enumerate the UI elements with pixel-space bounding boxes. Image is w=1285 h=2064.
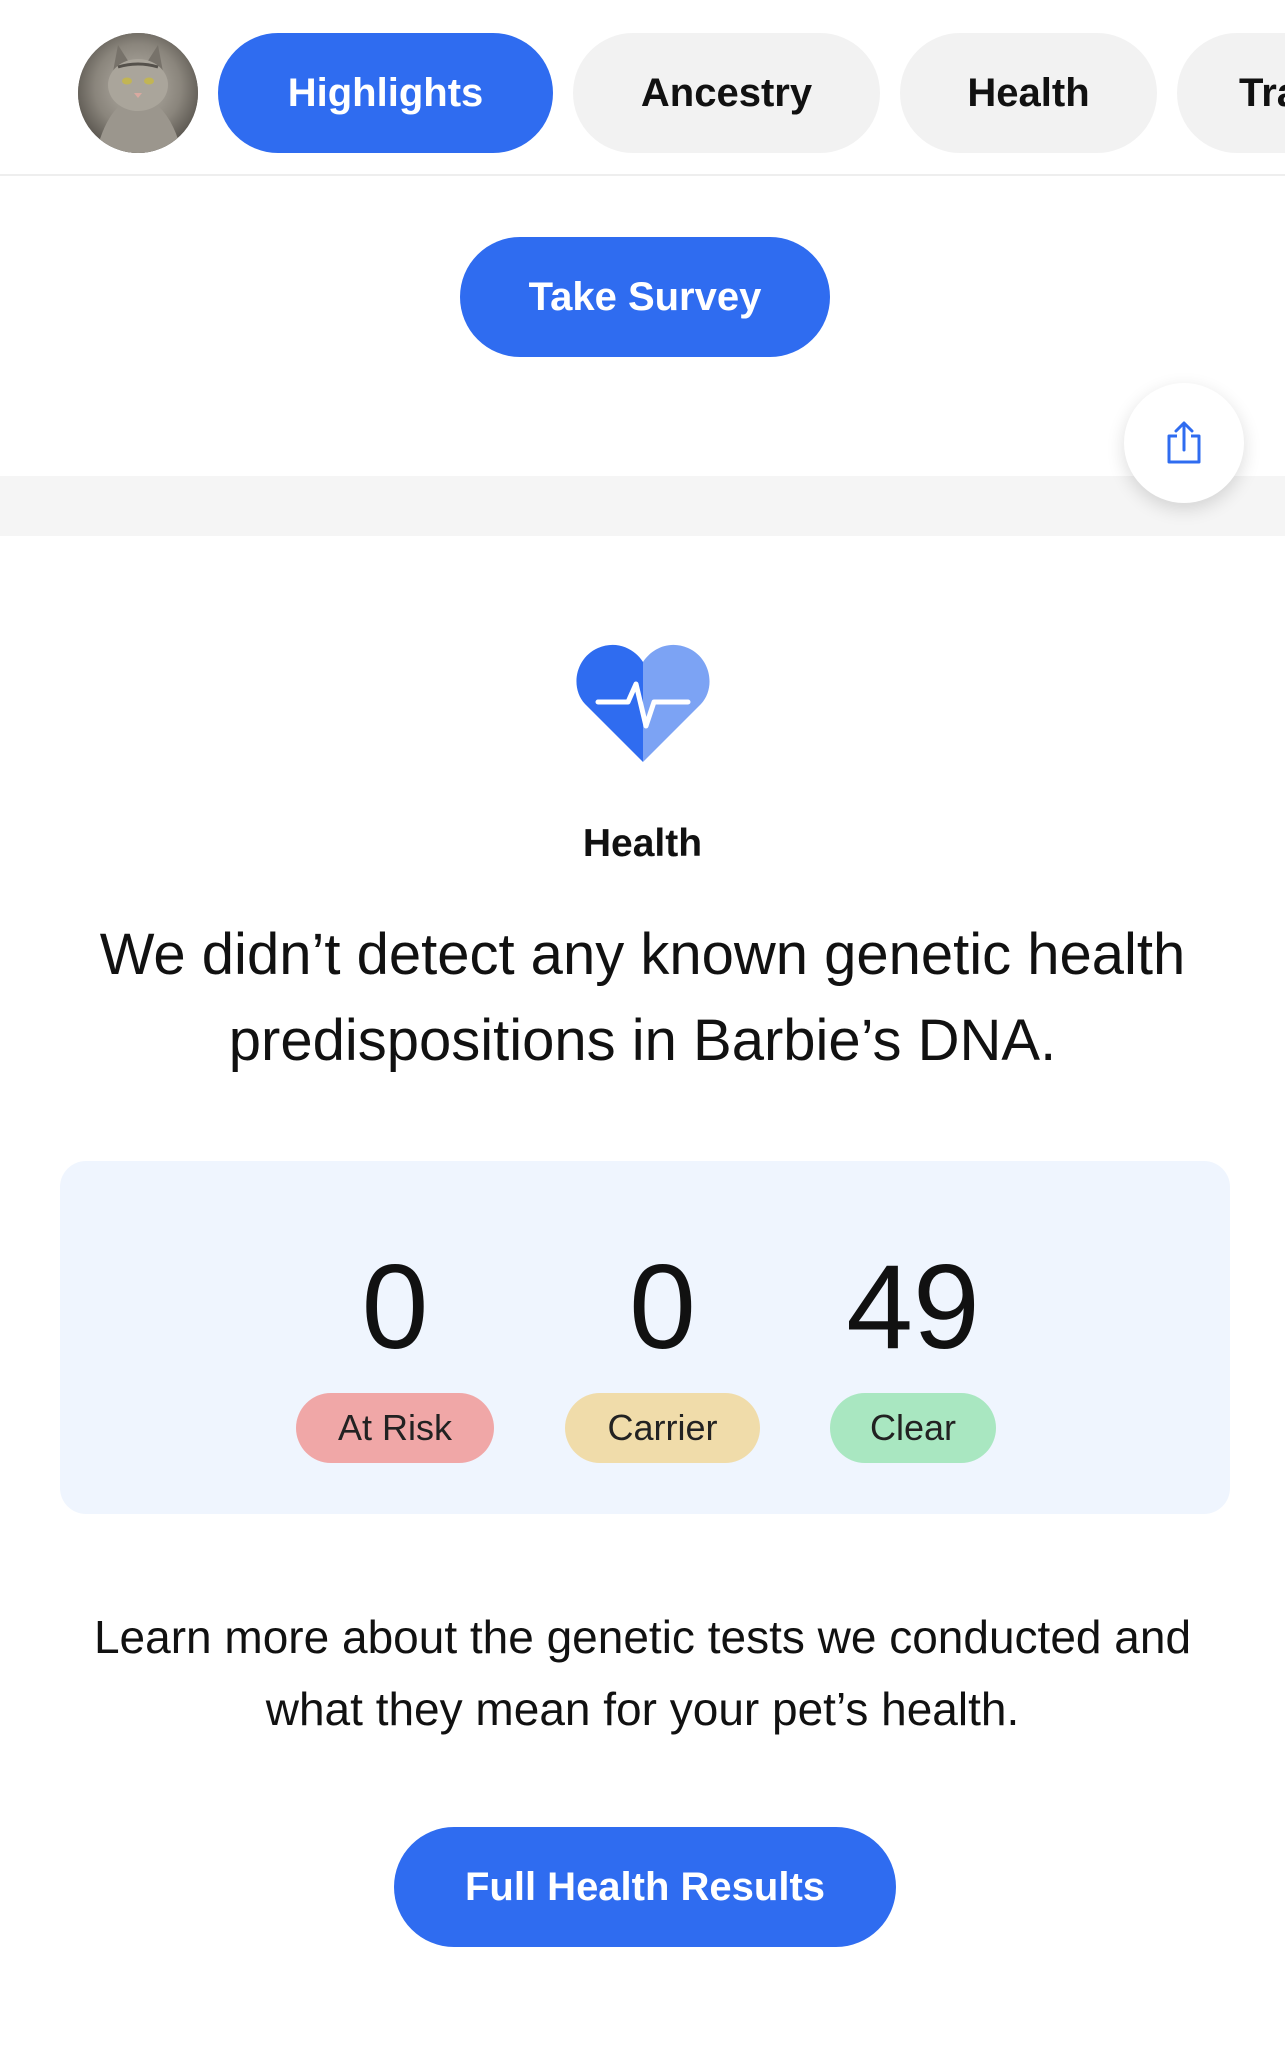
- at-risk-count: 0: [361, 1240, 429, 1374]
- stat-at-risk: 0 At Risk: [296, 1247, 494, 1463]
- cat-photo-icon: [78, 33, 198, 153]
- carrier-badge: Carrier: [565, 1393, 760, 1463]
- top-tab-bar: Highlights Ancestry Health Tra: [0, 0, 1285, 176]
- carrier-count: 0: [629, 1240, 696, 1374]
- stat-carrier: 0 Carrier: [565, 1247, 760, 1463]
- section-divider: [0, 476, 1285, 536]
- health-headline: We didn’t detect any known genetic healt…: [99, 922, 1186, 1073]
- health-stats-card: 0 At Risk 0 Carrier 49 Clear: [60, 1161, 1230, 1514]
- at-risk-badge: At Risk: [296, 1393, 494, 1463]
- share-icon: [1167, 421, 1201, 464]
- tab-traits[interactable]: Tra: [1177, 33, 1285, 153]
- pet-avatar[interactable]: [78, 33, 198, 153]
- heart-pulse-icon: [576, 644, 710, 762]
- tab-health[interactable]: Health: [900, 33, 1157, 153]
- take-survey-button[interactable]: Take Survey: [460, 237, 830, 357]
- clear-badge: Clear: [830, 1393, 996, 1463]
- tab-ancestry[interactable]: Ancestry: [573, 33, 880, 153]
- clear-count: 49: [846, 1240, 980, 1374]
- share-button[interactable]: [1124, 383, 1244, 503]
- full-health-results-button[interactable]: Full Health Results: [394, 1827, 896, 1947]
- tab-highlights[interactable]: Highlights: [218, 33, 553, 153]
- section-label: Health: [582, 822, 703, 865]
- stat-clear: 49 Clear: [830, 1247, 996, 1463]
- learn-more-text: Learn more about the genetic tests we co…: [93, 1611, 1192, 1735]
